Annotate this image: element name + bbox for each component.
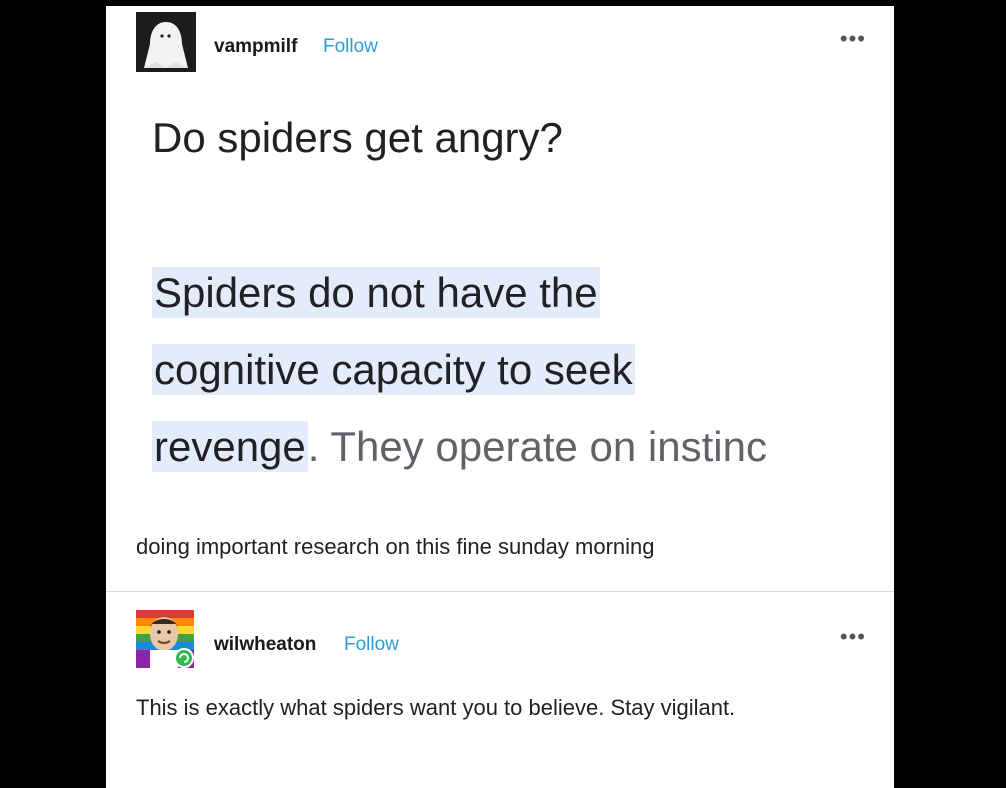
more-dots-icon[interactable]: ••• (840, 26, 866, 52)
follow-button[interactable]: Follow (344, 634, 399, 656)
answer-highlight: Spiders do not have the (152, 267, 600, 318)
search-question: Do spiders get angry? (152, 114, 563, 161)
reblog-header: wilwheaton Follow ••• (136, 610, 866, 670)
follow-button[interactable]: Follow (323, 36, 378, 58)
search-screenshot: Do spiders get angry? Spiders do not hav… (106, 74, 894, 514)
answer-highlight: cognitive capacity to seek (152, 344, 635, 395)
divider (106, 591, 894, 592)
answer-rest: . They operate on instinc (307, 423, 767, 470)
answer-line-2: cognitive capacity to seek (152, 339, 635, 401)
answer-line-1: Spiders do not have the (152, 262, 600, 324)
post-caption: doing important research on this fine su… (136, 534, 655, 559)
answer-highlight: revenge (152, 421, 308, 472)
rainbow-portrait-avatar-icon[interactable] (136, 610, 194, 668)
post-card: vampmilf Follow ••• Do spiders get angry… (106, 6, 894, 788)
reblog-username[interactable]: wilwheaton (214, 634, 316, 656)
ghost-avatar-icon[interactable] (136, 12, 196, 72)
answer-line-3: revenge. They operate on instinc (152, 416, 767, 478)
post-username[interactable]: vampmilf (214, 36, 297, 58)
more-dots-icon[interactable]: ••• (840, 624, 866, 650)
reblog-text: This is exactly what spiders want you to… (136, 695, 736, 720)
post-header: vampmilf Follow ••• (136, 12, 866, 72)
